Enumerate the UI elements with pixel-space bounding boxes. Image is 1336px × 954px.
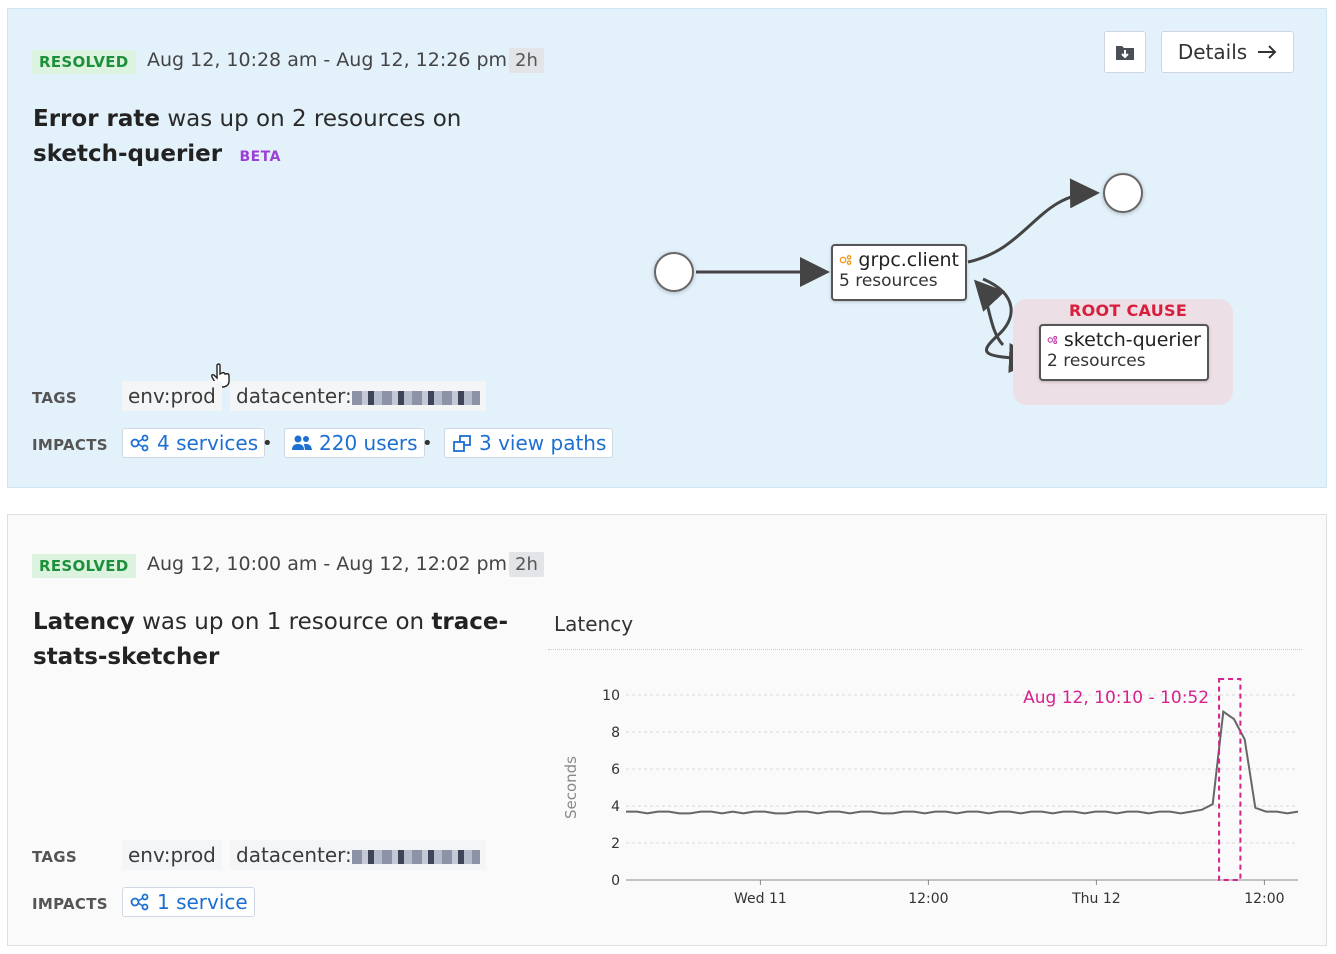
node-subtitle: 5 resources: [839, 271, 938, 291]
impact-label: 1 service: [157, 890, 248, 914]
highlight-label: Aug 12, 10:10 - 10:52: [1023, 688, 1209, 708]
services-icon: [130, 434, 149, 452]
impact-services-link[interactable]: 4 services: [122, 428, 266, 458]
details-label: Details: [1177, 40, 1248, 64]
start-node[interactable]: [654, 252, 694, 292]
x-tick-label: Wed 11: [734, 891, 787, 907]
users-icon: [292, 435, 312, 450]
title-metric: Error rate: [33, 106, 161, 132]
incident-title: Latency was up on 1 resource on trace-: [33, 605, 508, 639]
folder-download-icon: [1116, 46, 1134, 60]
incident-title: Error rate was up on 2 resources on: [33, 102, 461, 136]
root-cause-label: ROOT CAUSE: [1069, 301, 1188, 320]
y-axis-label: Seconds: [562, 756, 580, 819]
chart-divider: [548, 649, 1302, 650]
export-button[interactable]: [1104, 31, 1146, 73]
end-node[interactable]: [1103, 173, 1143, 213]
separator-dot: •: [262, 433, 273, 454]
duration-badge: 2h: [509, 48, 544, 73]
incident-card-error-rate[interactable]: RESOLVED Aug 12, 10:28 am - Aug 12, 12:2…: [7, 8, 1327, 488]
impacts-label: IMPACTS: [32, 895, 108, 913]
impacts-label: IMPACTS: [32, 436, 108, 454]
title-service-cont: stats-sketcher: [33, 644, 220, 670]
y-tick-label: 10: [602, 688, 620, 704]
anomaly-highlight: [1218, 678, 1242, 881]
series-line: [626, 709, 1299, 815]
status-badge: RESOLVED: [32, 50, 136, 74]
title-metric: Latency: [33, 609, 135, 635]
incident-title-line2: stats-sketcher: [33, 640, 219, 674]
redacted-value: [351, 849, 480, 864]
services-icon: [839, 254, 852, 266]
tag-env[interactable]: env:prod: [122, 840, 222, 870]
edge-grpc-to-end: [967, 178, 1100, 264]
graph-node-sketch-querier[interactable]: sketch-querier 2 resources: [1039, 324, 1209, 381]
time-range: Aug 12, 10:28 am - Aug 12, 12:26 pm: [147, 49, 508, 71]
duration-badge: 2h: [509, 552, 544, 577]
y-tick-label: 2: [611, 836, 620, 852]
y-tick-label: 8: [611, 725, 620, 741]
time-range: Aug 12, 10:00 am - Aug 12, 12:02 pm: [147, 553, 508, 575]
details-button[interactable]: Details: [1161, 31, 1294, 73]
title-middle: was up on 2 resources on: [160, 106, 462, 132]
incident-card-latency[interactable]: RESOLVED Aug 12, 10:00 am - Aug 12, 12:0…: [7, 514, 1327, 946]
node-title: grpc.client: [858, 249, 959, 271]
title-middle: was up on 1 resource on: [134, 609, 432, 635]
impact-view-paths-link[interactable]: 3 view paths: [444, 428, 614, 458]
title-service: sketch-querier: [33, 141, 223, 167]
services-icon: [1047, 335, 1058, 345]
impact-services-link[interactable]: 1 service: [122, 887, 255, 917]
tags-label: TAGS: [32, 848, 77, 866]
services-icon: [130, 893, 149, 911]
y-tick-label: 0: [611, 873, 620, 889]
impact-users-link[interactable]: 220 users: [284, 428, 425, 458]
node-subtitle: 2 resources: [1047, 351, 1146, 371]
y-tick-label: 4: [611, 799, 620, 815]
impact-label: 3 view paths: [479, 431, 607, 455]
view-paths-icon: [453, 435, 471, 452]
x-tick-label: Thu 12: [1071, 891, 1121, 907]
chart-title: Latency: [554, 612, 634, 636]
impact-label: 4 services: [157, 431, 259, 455]
graph-node-grpc-client[interactable]: grpc.client 5 resources: [831, 244, 967, 301]
arrow-right-icon: [1258, 45, 1277, 59]
status-badge: RESOLVED: [32, 554, 136, 578]
x-tick-label: 12:00: [1244, 891, 1284, 907]
tag-datacenter[interactable]: datacenter:: [230, 381, 486, 411]
tag-datacenter[interactable]: datacenter:: [230, 840, 486, 870]
node-title: sketch-querier: [1063, 329, 1201, 351]
beta-badge: BETA: [239, 149, 281, 165]
redacted-value: [351, 390, 480, 405]
latency-chart[interactable]: 0 2 4 6 8 10 Seconds Wed 11 12:00 Thu 12 12:00 Aug …: [548, 665, 1308, 915]
y-tick-label: 6: [611, 762, 620, 778]
incident-title-line2: sketch-querier BETA: [33, 137, 281, 174]
x-tick-label: 12:00: [908, 891, 948, 907]
impact-label: 220 users: [319, 431, 418, 455]
separator-dot: •: [422, 433, 433, 454]
title-service: trace-: [431, 609, 509, 635]
tag-env[interactable]: env:prod: [122, 381, 222, 411]
tags-label: TAGS: [32, 389, 77, 407]
